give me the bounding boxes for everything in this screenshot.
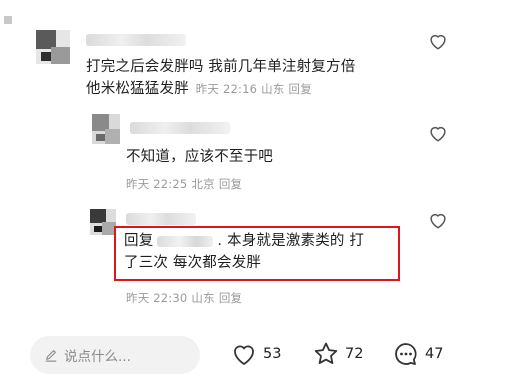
avatar[interactable] [92,114,120,144]
comment-bubble-icon [395,343,417,365]
star-count: 72 [345,346,364,362]
favorite-button[interactable]: 72 [312,340,363,368]
username-blurred[interactable] [126,213,196,225]
reply-text: 回复. 本身就是激素类的 打 了三次 每次都会发胖 [124,233,365,271]
comment-count: 47 [425,346,444,362]
bottom-action-bar: 说点什么... 53 72 47 [0,328,510,389]
like-heart-icon[interactable] [427,209,449,231]
comment-meta: 昨天 22:30 山东 回复 [126,291,243,305]
comment-meta: 昨天 22:25 北京 回复 [126,177,243,191]
like-button[interactable]: 53 [230,340,281,368]
comment-button[interactable]: 47 [392,340,443,368]
username-blurred[interactable] [130,122,230,134]
comment-text: 打完之后会发胖吗 我前几年单注射复方倍 他米松猛猛发胖 昨天 22:16 山东 回复 [86,59,356,97]
username-blurred[interactable] [86,34,186,46]
comment-meta: 昨天 22:16 山东 回复 [195,82,312,96]
comment-input-placeholder: 说点什么... [64,349,131,365]
like-count: 53 [263,346,282,362]
heart-icon [234,345,254,365]
comment-item: 打完之后会发胖吗 我前几年单注射复方倍 他米松猛猛发胖 昨天 22:16 山东 回复 [0,0,510,110]
comment-item: 不知道，应该不至于吧 昨天 22:25 北京 回复 [0,110,510,205]
comment-text: 不知道，应该不至于吧 [126,149,273,165]
avatar[interactable] [90,209,116,235]
pencil-icon [45,350,57,362]
reply-link[interactable]: 回复 [289,82,312,96]
avatar[interactable] [36,30,70,64]
reply-link[interactable]: 回复 [219,177,242,191]
star-icon [314,342,338,364]
comment-input[interactable]: 说点什么... [30,336,200,374]
mentioned-username-blurred[interactable] [157,235,214,247]
like-heart-icon[interactable] [427,30,449,52]
reply-link[interactable]: 回复 [219,291,242,305]
like-heart-icon[interactable] [427,122,449,144]
